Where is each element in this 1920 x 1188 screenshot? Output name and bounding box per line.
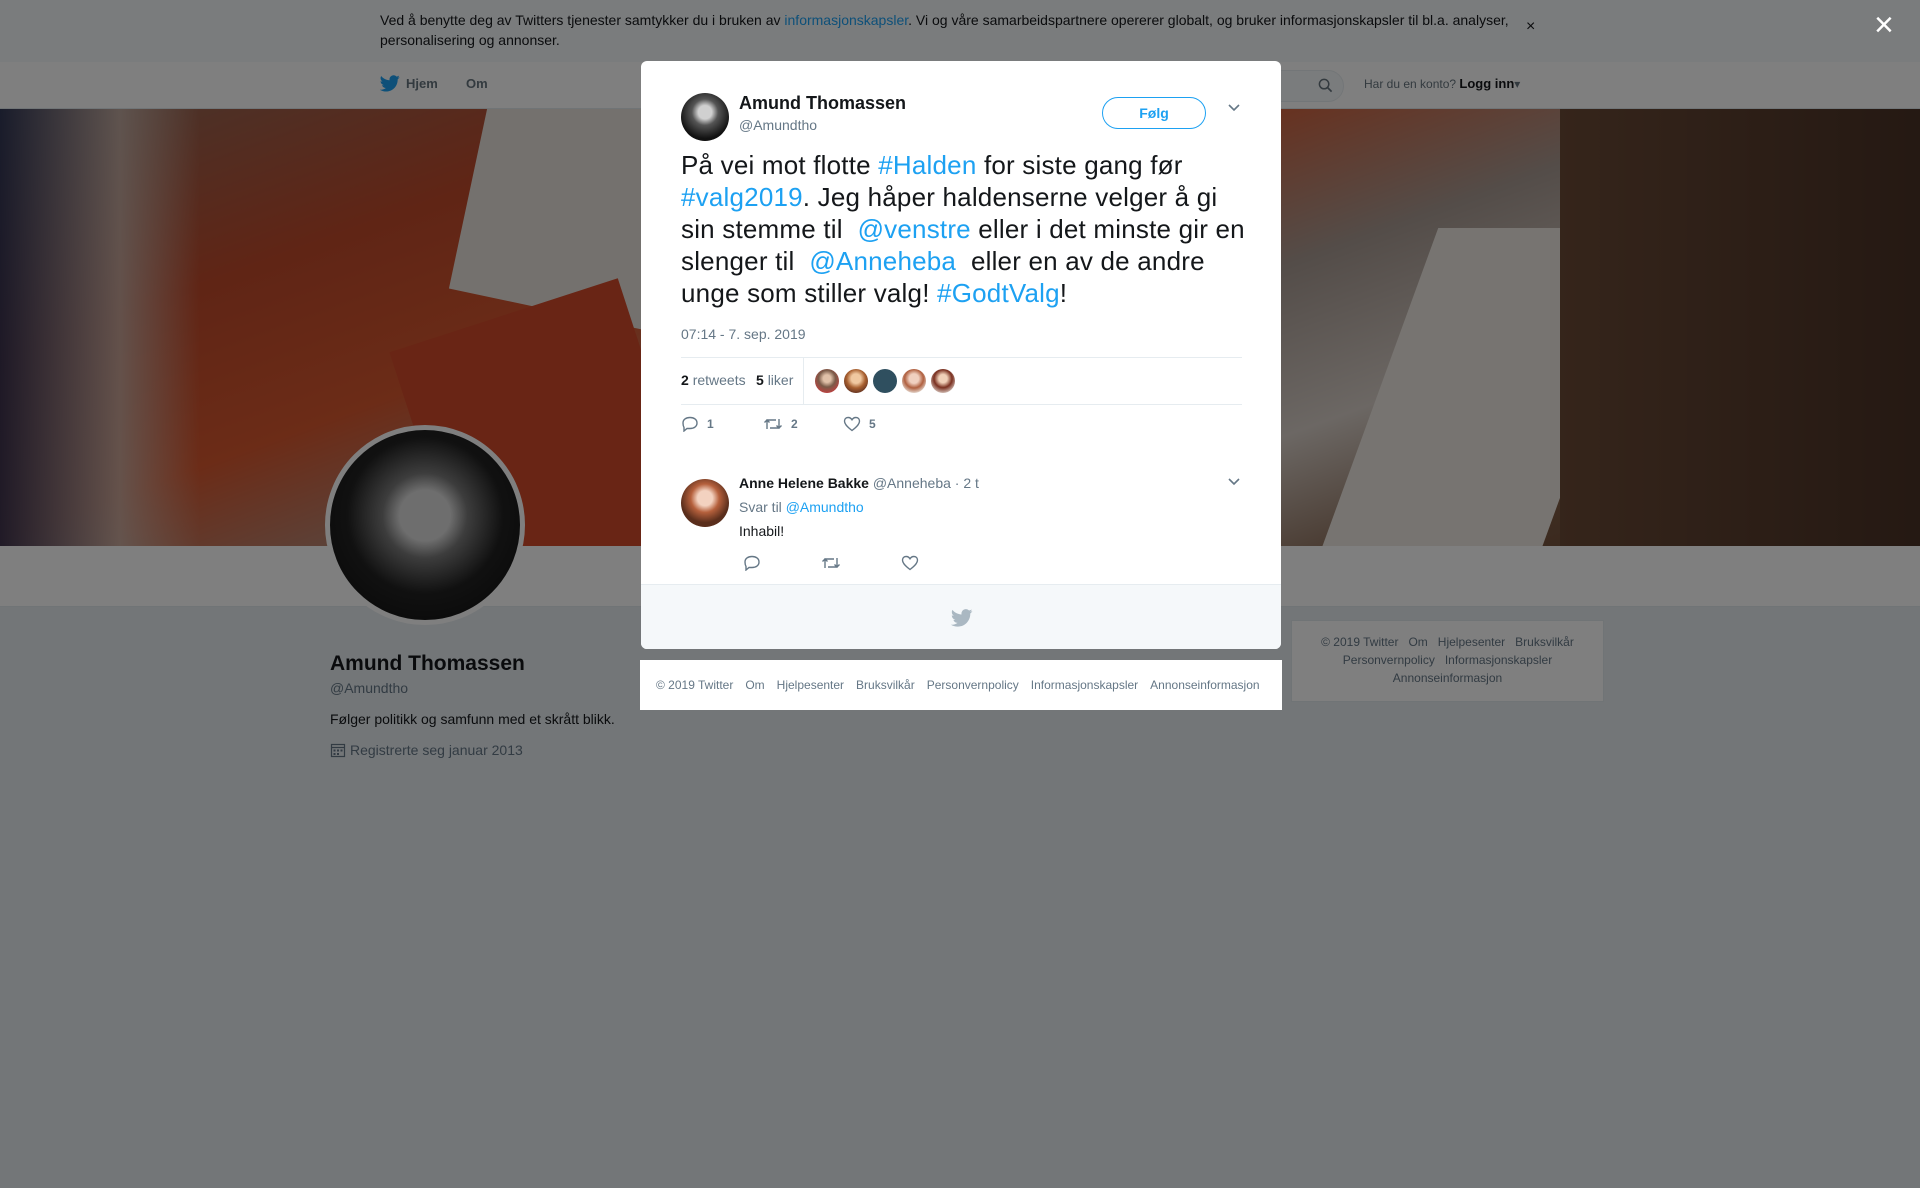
- tweet-text-segment: På vei mot flotte: [681, 150, 879, 180]
- reply-to-link[interactable]: @Amundtho: [786, 499, 864, 515]
- chevron-down-icon[interactable]: [1227, 477, 1241, 487]
- reply-age[interactable]: · 2 t: [955, 475, 979, 491]
- modal-bottom-bar: [641, 584, 1281, 649]
- reply-actions: [739, 555, 1039, 575]
- footer-link[interactable]: Om: [745, 678, 764, 692]
- tweet-text: På vei mot flotte #Halden for siste gang…: [681, 149, 1251, 309]
- retweet-icon[interactable]: [821, 555, 841, 571]
- likers-avatars: [815, 369, 955, 393]
- tweet-author-handle[interactable]: @Amundtho: [739, 117, 817, 133]
- footer-link[interactable]: Personvernpolicy: [927, 678, 1019, 692]
- reply-icon: [682, 416, 698, 432]
- reply-author-name[interactable]: Anne Helene Bakke: [739, 475, 869, 491]
- liker-avatar[interactable]: [844, 369, 868, 393]
- tweet-modal: Amund Thomassen @Amundtho Følg På vei mo…: [641, 61, 1281, 649]
- modal-footer: © 2019 Twitter Om Hjelpesenter Bruksvilk…: [640, 660, 1282, 710]
- retweets-stat[interactable]: 2 retweets: [681, 372, 746, 388]
- reply-icon[interactable]: [743, 555, 761, 571]
- reply-button[interactable]: 1: [681, 416, 714, 432]
- tweet-timestamp[interactable]: 07:14 - 7. sep. 2019: [681, 326, 806, 342]
- chevron-down-icon[interactable]: [1227, 103, 1241, 113]
- heart-icon[interactable]: [901, 555, 919, 571]
- hashtag-link[interactable]: #GodtValg: [937, 278, 1060, 308]
- footer-link[interactable]: © 2019 Twitter: [656, 678, 733, 692]
- close-icon[interactable]: ×: [1874, 8, 1894, 42]
- tweet-actions: 1 2 5: [681, 416, 1242, 446]
- reply-author-avatar[interactable]: [681, 479, 729, 527]
- reply-text: Inhabil!: [739, 523, 785, 539]
- likes-stat[interactable]: 5 liker: [756, 372, 793, 388]
- retweet-icon: [764, 419, 782, 429]
- divider: [803, 358, 804, 404]
- footer-link[interactable]: Annonseinformasjon: [1150, 678, 1259, 692]
- tweet-text-segment: for siste gang før: [976, 150, 1191, 180]
- tweet-author-name[interactable]: Amund Thomassen: [739, 93, 906, 114]
- retweet-button[interactable]: 2: [763, 416, 798, 432]
- reply-to: Svar til @Amundtho: [739, 499, 864, 515]
- tweet-stats: 2 retweets 5 liker: [681, 357, 1242, 405]
- hashtag-link[interactable]: #Halden: [878, 150, 976, 180]
- liker-avatar[interactable]: [931, 369, 955, 393]
- reply-header: Anne Helene Bakke @Anneheba · 2 t: [739, 475, 979, 491]
- twitter-bird-icon: [951, 609, 973, 627]
- mention-link[interactable]: @Anneheba: [809, 246, 956, 276]
- follow-button[interactable]: Følg: [1102, 97, 1206, 129]
- footer-link[interactable]: Informasjonskapsler: [1031, 678, 1138, 692]
- liker-avatar[interactable]: [902, 369, 926, 393]
- footer-link[interactable]: Bruksvilkår: [856, 678, 915, 692]
- liker-avatar[interactable]: [815, 369, 839, 393]
- like-button[interactable]: 5: [843, 416, 876, 432]
- liker-avatar[interactable]: [873, 369, 897, 393]
- mention-link[interactable]: @venstre: [858, 214, 971, 244]
- hashtag-link[interactable]: #valg2019: [681, 182, 803, 212]
- footer-link[interactable]: Hjelpesenter: [777, 678, 844, 692]
- reply-author-handle[interactable]: @Anneheba: [873, 475, 951, 491]
- heart-icon: [843, 416, 861, 432]
- tweet-author-avatar[interactable]: [681, 93, 729, 141]
- tweet-text-segment: !: [1059, 278, 1068, 308]
